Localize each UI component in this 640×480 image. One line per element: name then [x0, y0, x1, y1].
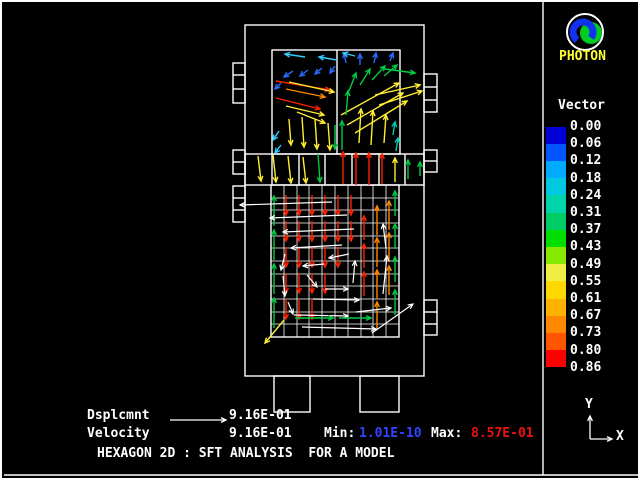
legend-swatch: [546, 299, 566, 316]
legend-swatch: [546, 230, 566, 247]
min-label: Min:: [324, 427, 355, 440]
legend-swatch: [546, 213, 566, 230]
legend-tick-label: 0.37: [570, 223, 601, 236]
velocity-value: 9.16E-01: [229, 427, 292, 440]
max-label: Max:: [431, 427, 462, 440]
legend-swatch: [546, 195, 566, 212]
legend-swatch: [546, 144, 566, 161]
axis-y-label: Y: [585, 398, 593, 411]
plot-title: HEXAGON 2D : SFT ANALYSIS FOR A MODEL: [97, 447, 394, 460]
photon-label: PHOTON: [559, 50, 606, 63]
legend-tick-label: 0.06: [570, 137, 601, 150]
photon-logo-icon: [562, 10, 610, 54]
legend-tick-label: 0.24: [570, 189, 601, 202]
legend-tick-label: 0.49: [570, 258, 601, 271]
legend-tick-label: 0.80: [570, 344, 601, 357]
legend-swatch: [546, 316, 566, 333]
max-value: 8.57E-01: [471, 427, 534, 440]
legend-tick-label: 0.73: [570, 326, 601, 339]
legend-swatch: [546, 350, 566, 367]
legend-title: Vector: [558, 99, 605, 112]
axis-x-label: X: [616, 430, 624, 443]
legend-tick-label: 0.00: [570, 120, 601, 133]
displacement-scale-arrow: [170, 418, 226, 423]
legend-tick-label: 0.55: [570, 275, 601, 288]
axis-indicator: [588, 416, 612, 441]
velocity-label: Velocity: [87, 427, 150, 440]
legend-tick-label: 0.18: [570, 172, 601, 185]
legend-tick-label: 0.12: [570, 154, 601, 167]
legend-swatch: [546, 281, 566, 298]
legend-swatch: [546, 161, 566, 178]
legend-swatch: [546, 127, 566, 144]
vector-arrows: [240, 52, 422, 343]
legend-swatch: [546, 178, 566, 195]
legend-swatch: [546, 247, 566, 264]
displacement-label: Dsplcmnt: [87, 409, 150, 422]
legend-tick-label: 0.43: [570, 240, 601, 253]
legend-tick-label: 0.86: [570, 361, 601, 374]
legend-swatch: [546, 264, 566, 281]
legend-tick-label: 0.67: [570, 309, 601, 322]
legend-tick-label: 0.31: [570, 206, 601, 219]
mesh-grid: [271, 185, 399, 337]
displacement-value: 9.16E-01: [229, 409, 292, 422]
legend-swatch: [546, 333, 566, 350]
photon-screen: PHOTON Vector 0.00 0.06 0.12 0.18 0.24 0.31 0.…: [0, 0, 640, 480]
min-value: 1.01E-10: [359, 427, 422, 440]
legend-tick-label: 0.61: [570, 292, 601, 305]
